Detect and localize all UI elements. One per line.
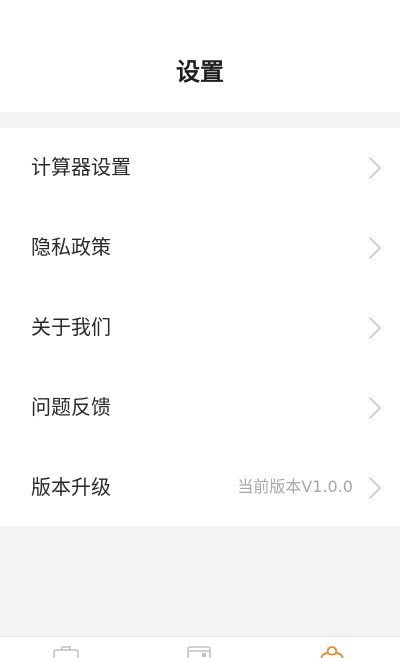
settings-item-label: 关于我们 [31, 315, 111, 339]
settings-item-label: 隐私政策 [31, 235, 111, 259]
settings-list: 计算器设置 隐私政策 关于我们 问题反馈 版本升级 当前版本V1.0.0 [0, 128, 400, 526]
chevron-right-icon [369, 397, 381, 419]
chevron-right-icon [369, 237, 381, 259]
settings-item-label: 问题反馈 [31, 395, 111, 419]
settings-item-feedback[interactable]: 问题反馈 [0, 368, 400, 448]
settings-item-label: 版本升级 [31, 475, 111, 499]
profile-icon[interactable] [317, 645, 347, 658]
current-version-text: 当前版本V1.0.0 [237, 477, 353, 496]
calendar-icon[interactable] [184, 645, 214, 658]
settings-item-about-us[interactable]: 关于我们 [0, 288, 400, 368]
chevron-right-icon [369, 477, 381, 499]
briefcase-icon[interactable] [51, 645, 81, 658]
settings-item-label: 计算器设置 [31, 155, 131, 179]
page-title: 设置 [176, 58, 224, 86]
top-header: 设置 [0, 0, 400, 112]
settings-item-privacy-policy[interactable]: 隐私政策 [0, 208, 400, 288]
settings-item-calculator-settings[interactable]: 计算器设置 [0, 128, 400, 208]
chevron-right-icon [369, 157, 381, 179]
settings-page: 设置 计算器设置 隐私政策 关于我们 问题反馈 版本升级 当前版本V1.0.0 [0, 0, 400, 658]
settings-item-version-upgrade[interactable]: 版本升级 当前版本V1.0.0 [0, 448, 400, 528]
chevron-right-icon [369, 317, 381, 339]
bottom-tab-bar [0, 636, 400, 658]
